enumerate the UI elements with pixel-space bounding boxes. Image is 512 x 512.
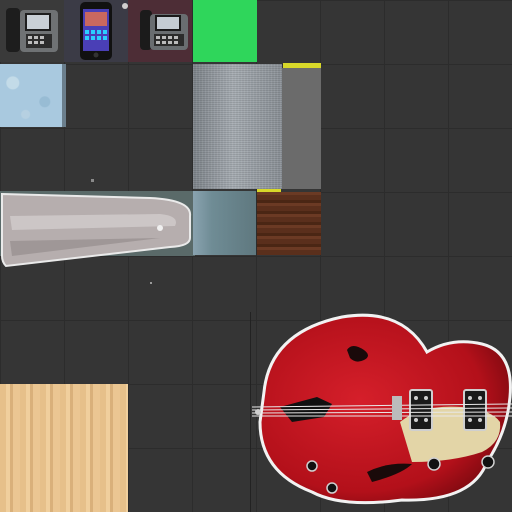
noise-texture-tile xyxy=(193,64,282,189)
smartphone-tile xyxy=(64,0,128,62)
blue-gray-texture-tile xyxy=(193,191,256,255)
small-dot-marker xyxy=(122,3,128,9)
light-blue-texture-tile xyxy=(0,64,64,127)
desk-phone-dark-tile xyxy=(128,0,192,62)
vertical-divider-line xyxy=(250,312,251,512)
metal-blade-texture-tile xyxy=(0,186,195,268)
desk-phone-icon xyxy=(140,10,188,50)
green-swatch-tile xyxy=(193,0,257,62)
texture-atlas-canvas xyxy=(0,0,512,512)
desk-phone-gray-tile xyxy=(0,0,64,62)
dark-wood-texture-tile xyxy=(257,192,321,255)
guitar-body-tile xyxy=(252,312,512,512)
tiny-speck xyxy=(150,282,152,284)
light-blue-texture-edge xyxy=(62,64,66,127)
desk-phone-icon xyxy=(6,8,58,52)
tiny-speck xyxy=(91,179,94,182)
light-wood-texture-tile xyxy=(0,384,128,512)
gray-strip-tile xyxy=(282,68,321,189)
guitar-icon xyxy=(252,313,512,505)
yellow-strip-tile xyxy=(283,63,321,68)
smartphone-icon xyxy=(80,2,112,60)
blade-shape xyxy=(0,191,195,268)
